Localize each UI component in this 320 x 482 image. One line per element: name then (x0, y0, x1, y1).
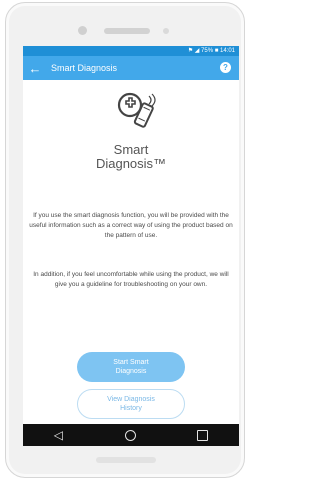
back-arrow-icon[interactable]: ← (25, 61, 45, 76)
app-screen: ⚑ ◢ 75% ■ 14:01 ← Smart Diagnosis ? Smar… (23, 46, 239, 446)
app-bar: ← Smart Diagnosis ? (23, 56, 239, 80)
description-paragraph-2: In addition, if you feel uncomfortable w… (33, 271, 229, 288)
front-camera (78, 26, 87, 35)
history-button-label: View Diagnosis History (107, 396, 155, 412)
nav-recents-icon[interactable] (197, 429, 209, 441)
navigation-bar: ◁ (23, 424, 239, 446)
smart-diagnosis-logo-icon (117, 92, 156, 128)
sensor-dot (163, 28, 169, 34)
app-bar-title: Smart Diagnosis (51, 63, 118, 73)
start-smart-diagnosis-button[interactable]: Start Smart Diagnosis (77, 352, 185, 382)
help-icon[interactable]: ? (220, 62, 231, 73)
status-text: ⚑ ◢ 75% ■ 14:01 (187, 48, 235, 54)
nav-home-icon[interactable] (124, 429, 136, 441)
status-bar: ⚑ ◢ 75% ■ 14:01 (23, 46, 239, 56)
page-title: Smart Diagnosis™ (23, 143, 239, 171)
view-diagnosis-history-button[interactable]: View Diagnosis History (77, 389, 185, 419)
title-line-2: Diagnosis™ (95, 156, 167, 171)
earpiece (104, 28, 150, 34)
description-paragraph-1: If you use the smart diagnosis function,… (29, 212, 233, 239)
phone-frame: ⚑ ◢ 75% ■ 14:01 ← Smart Diagnosis ? Smar… (5, 2, 245, 478)
phone-bottom-bezel (96, 457, 156, 463)
start-button-label: Start Smart Diagnosis (113, 359, 149, 375)
nav-back-icon[interactable]: ◁ (54, 428, 63, 442)
title-line-1: Smart (113, 142, 149, 157)
